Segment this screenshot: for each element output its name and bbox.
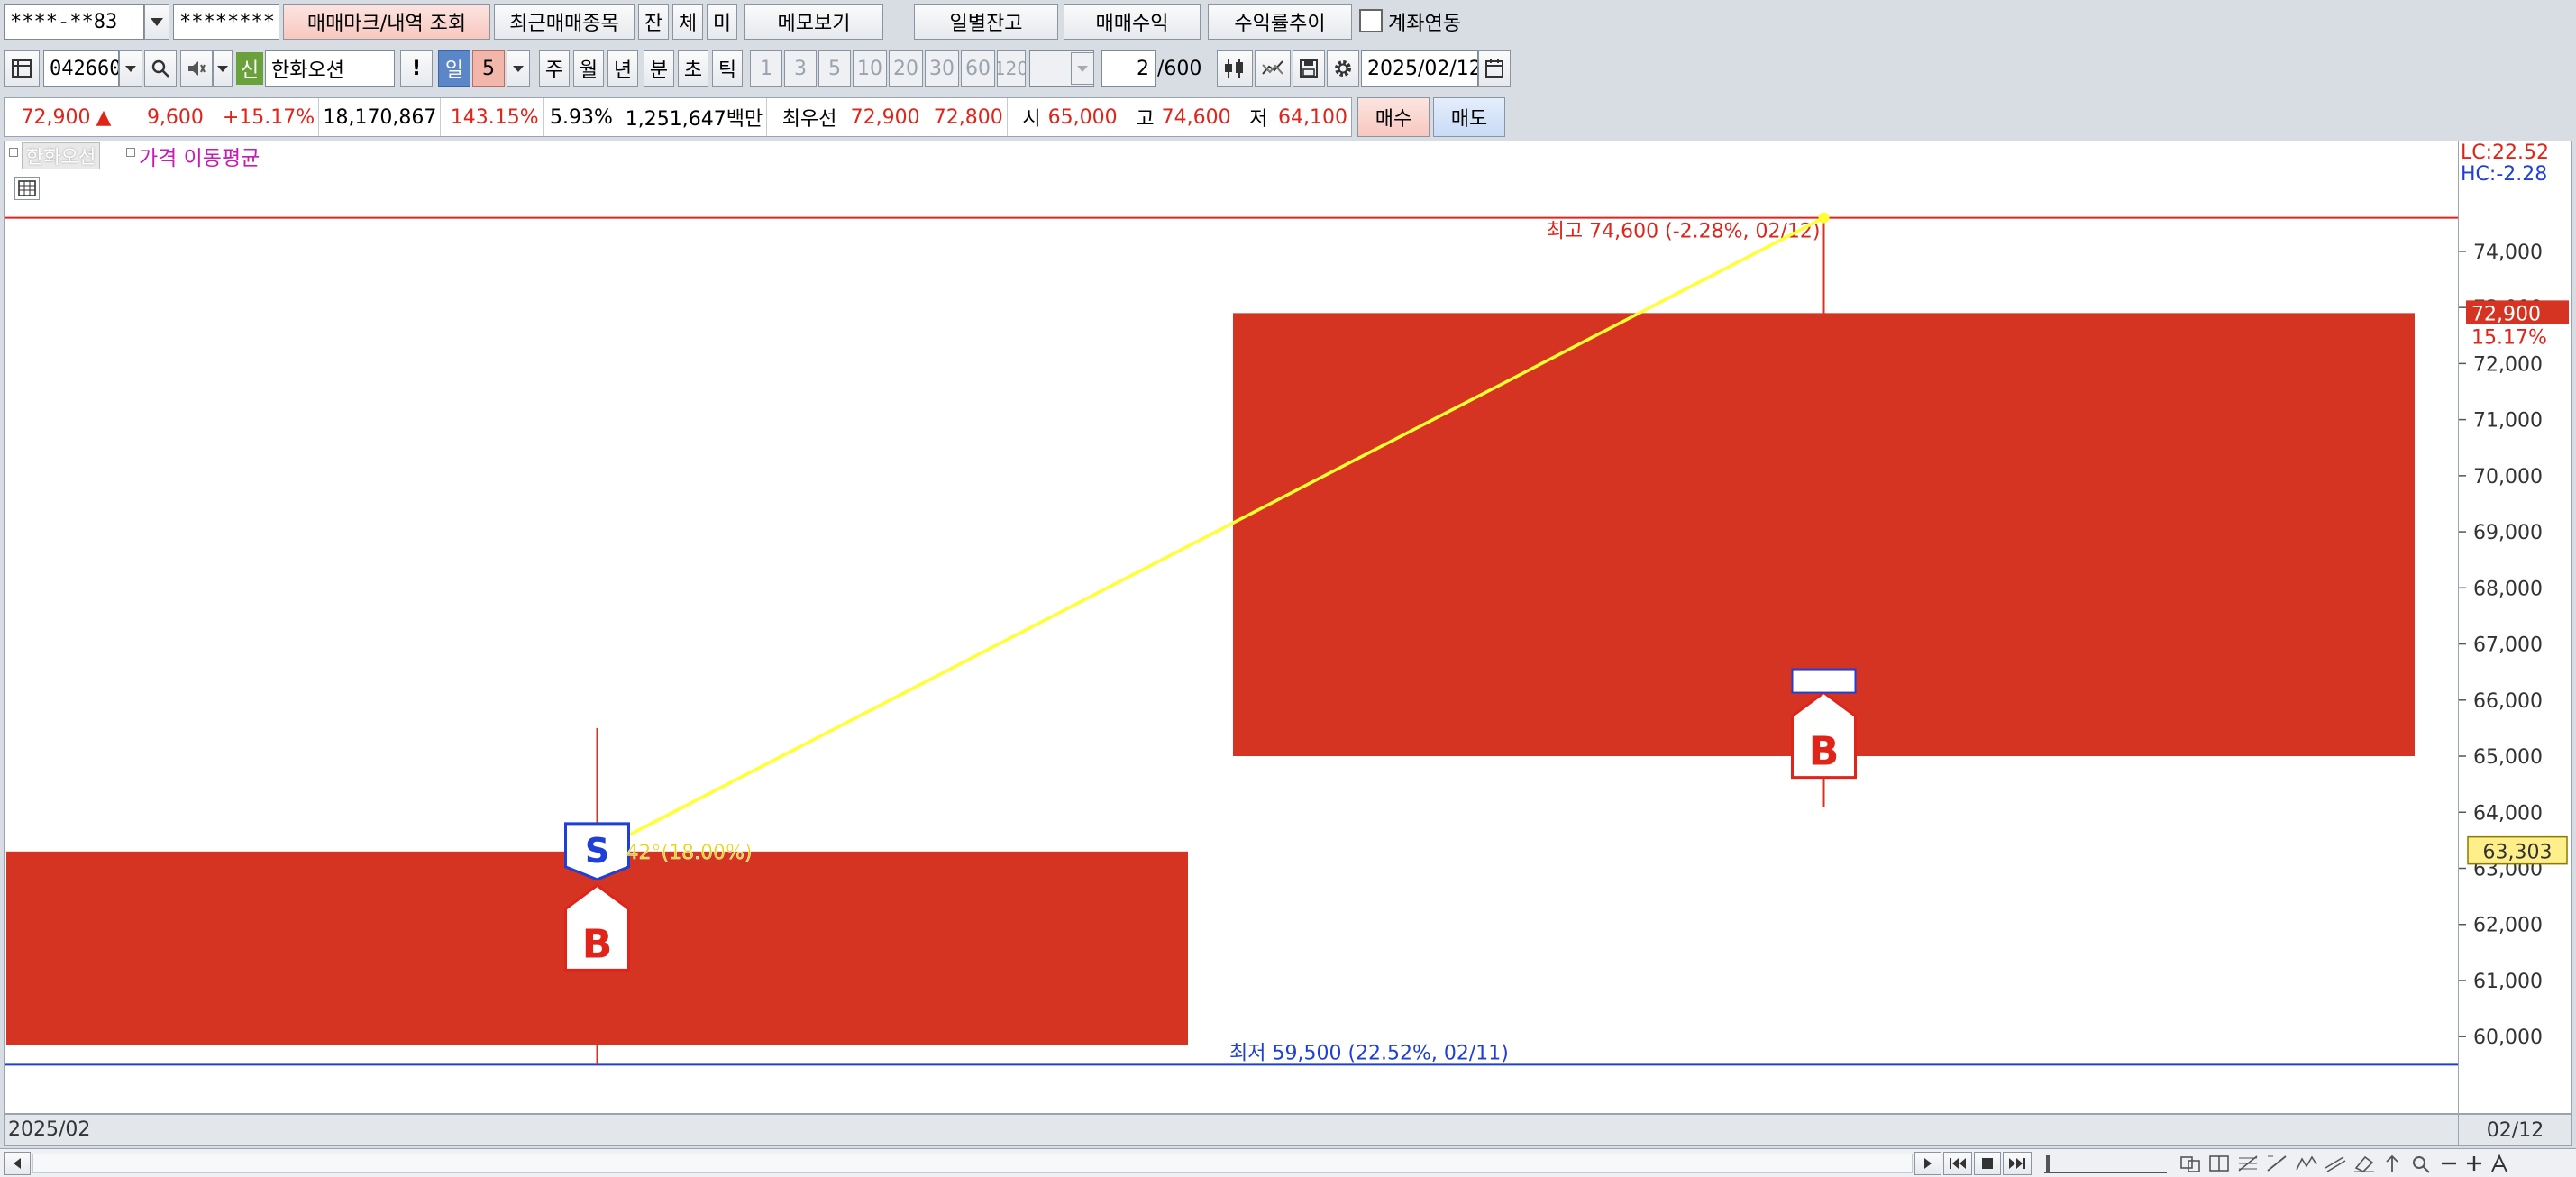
- trendline-tool-icon[interactable]: [2266, 1154, 2289, 1173]
- channel-tool-icon[interactable]: [2324, 1154, 2347, 1173]
- magnifier-icon[interactable]: [2410, 1154, 2434, 1173]
- stop-button[interactable]: [1974, 1152, 2001, 1175]
- arrow-up-icon[interactable]: [2381, 1154, 2405, 1173]
- arrow-right-icon: [1924, 1158, 1932, 1169]
- price-axis-label: 61,000: [2473, 971, 2543, 993]
- price-axis-label: 68,000: [2473, 578, 2543, 600]
- price-axis-label: 62,000: [2473, 915, 2543, 937]
- last-price-tag-value: 72,900: [2471, 303, 2541, 325]
- rewind-icon: [1950, 1158, 1966, 1169]
- trend-angle-label: 42°(18.00%): [626, 842, 753, 864]
- fibonacci-icon[interactable]: [2237, 1154, 2261, 1173]
- scroll-right-button[interactable]: [1914, 1152, 1941, 1175]
- horizontal-scrollbar[interactable]: [32, 1154, 1913, 1173]
- zoom-slider[interactable]: [2044, 1154, 2167, 1173]
- scroll-left-button[interactable]: [4, 1152, 31, 1175]
- price-axis-label: 72,000: [2473, 353, 2543, 376]
- stop-icon: [1982, 1158, 1993, 1169]
- time-axis: 2025/02: [4, 1114, 2459, 1146]
- price-axis-label: 70,000: [2473, 466, 2543, 488]
- crosshair-price-value: 63,303: [2483, 842, 2553, 864]
- low-price-annotation: 최저 59,500 (22.52%, 02/11): [1229, 1042, 1509, 1064]
- eraser-icon[interactable]: [2352, 1154, 2376, 1173]
- chart-window: ****-**83 ******** 매매마크/내역 조회 최근매매종목 잔 체…: [0, 0, 2576, 1177]
- drawing-tools: [2179, 1152, 2572, 1175]
- price-axis-label: 71,000: [2473, 410, 2543, 433]
- time-axis-end-label: 02/12: [2459, 1114, 2572, 1146]
- fast-forward-button[interactable]: [2003, 1152, 2032, 1175]
- wave-tool-icon[interactable]: [2295, 1154, 2318, 1173]
- window-tile-icon[interactable]: [2179, 1154, 2203, 1173]
- arrow-left-icon: [14, 1158, 21, 1169]
- time-axis-start-label: 2025/02: [8, 1118, 91, 1141]
- rewind-button[interactable]: [1943, 1152, 1972, 1175]
- zoom-out-icon[interactable]: [2439, 1154, 2459, 1173]
- price-axis-label: 74,000: [2473, 242, 2543, 264]
- price-axis-label: 69,000: [2473, 522, 2543, 544]
- zoom-slider-handle[interactable]: [2046, 1155, 2050, 1172]
- sell-marker-label: S: [585, 831, 609, 871]
- price-axis-label: 64,000: [2473, 802, 2543, 825]
- price-axis-label: 67,000: [2473, 634, 2543, 657]
- zoom-in-icon[interactable]: [2464, 1154, 2484, 1173]
- fast-forward-icon: [2009, 1158, 2025, 1169]
- trend-line-endpoint: [1818, 212, 1830, 224]
- price-axis-label: 66,000: [2473, 690, 2543, 713]
- marker-cap: [1791, 668, 1857, 694]
- price-chart: 최고 74,600 (-2.28%, 02/12)최저 59,500 (22.5…: [5, 212, 2569, 1066]
- auto-scale-icon[interactable]: [2489, 1154, 2509, 1173]
- buy-marker-label: B: [582, 921, 613, 967]
- price-axis-label: 60,000: [2473, 1026, 2543, 1049]
- buy-marker-label: B: [1809, 729, 1840, 775]
- price-axis-label: 65,000: [2473, 746, 2543, 769]
- last-price-change-percent: 15.17%: [2471, 326, 2547, 349]
- window-split-icon[interactable]: [2208, 1154, 2232, 1173]
